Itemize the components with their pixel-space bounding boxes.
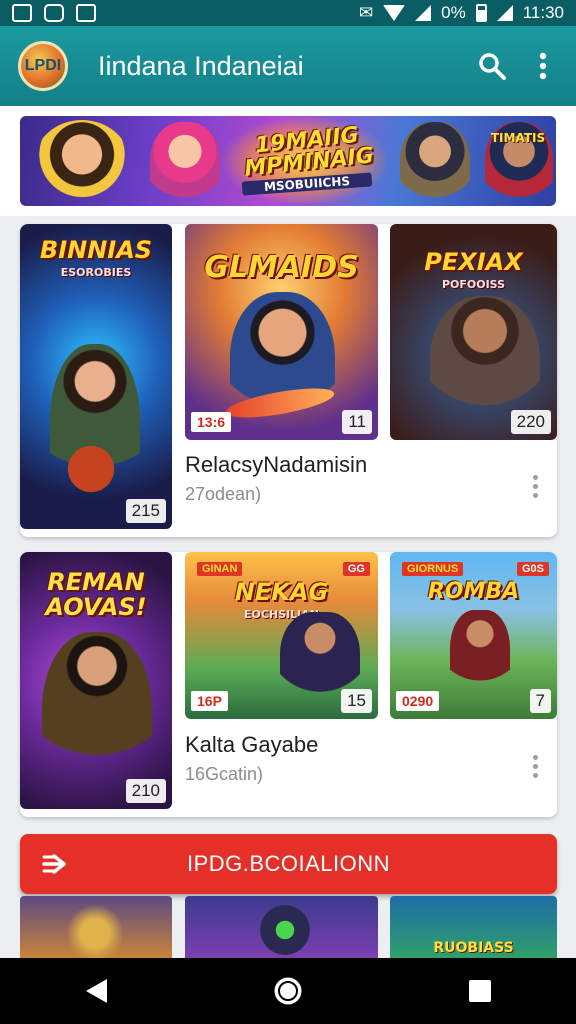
game-tile-title: ROMBA [427,579,520,604]
game-tile[interactable]: REMAN AOVAS! 210 [20,552,172,809]
tile-count: 11 [342,410,372,434]
game-tile-title: NEKAG [234,578,329,606]
notification-icon [12,4,32,22]
battery-icon [475,4,487,22]
notification-icon [76,4,96,22]
promo-button[interactable]: IPDG.BCOIALIONN [20,834,557,894]
battery-percent: 0% [441,3,466,22]
game-tile-preview[interactable] [185,896,378,958]
promo-banner[interactable]: 19MAIIG MPMINAIG MSOBUIICHS TIMATIS [20,116,556,206]
alarm-icon: ✉ [358,3,374,22]
tile-top-tag: GINAN [197,562,243,576]
tile-count: 7 [529,689,551,713]
notification-icon [44,4,64,22]
overflow-menu-button[interactable] [528,44,558,88]
game-collection-card[interactable]: REMAN AOVAS! 210 GINAN GG NEKAG EOCHSILI… [20,552,557,817]
dot [532,483,538,489]
game-tile[interactable]: BINNIAS ESOROBIES 215 [20,224,172,529]
search-button[interactable] [470,44,514,88]
game-tile-subtitle: EOCHSILIAN [244,608,319,621]
more-vert-icon [539,52,547,80]
game-character-image [65,896,125,958]
dot [532,772,538,778]
game-tile-title: REMAN AOVAS! [45,568,147,622]
dot [532,492,538,498]
banner-badge: TIMATIS [490,131,546,145]
game-tile-title: RUOBIASS [433,940,514,956]
signal-icon [415,5,432,21]
system-nav-bar [0,958,576,1024]
tile-count: 220 [510,410,551,434]
card-subtitle: 27odean) [185,484,262,504]
recents-icon [469,980,491,1002]
game-character-image [450,610,510,705]
game-character-image [42,632,152,802]
game-tile[interactable]: GLMAIDS 13:6 11 [185,224,378,440]
card-overflow-button[interactable] [525,468,545,504]
game-tile-title: BINNIAS [39,236,153,264]
card-title: Kalta Gayabe [185,732,319,757]
game-tile[interactable]: GIORNUS G0S ROMBA 0290 7 [390,552,557,719]
game-tile[interactable]: GINAN GG NEKAG EOCHSILIAN 16P 15 [185,552,378,719]
tile-top-tag: GIORNUS [402,562,464,576]
signal-icon [496,5,513,21]
banner-character-image [34,120,130,206]
game-tile[interactable]: PEXIAX POFOOISS 220 [390,224,557,440]
recents-button[interactable] [450,961,510,1021]
home-button[interactable] [258,961,318,1021]
back-button[interactable] [66,961,126,1021]
game-tile-preview[interactable]: RUOBIASS [390,896,557,958]
home-icon [274,977,302,1005]
wifi-icon [383,5,406,21]
card-title: RelacsyNadamisin [185,452,368,477]
dot [532,754,538,760]
tile-top-right-tag: G0S [516,562,549,576]
dot [532,763,538,769]
status-bar: ✉ 0% 11:30 [0,0,576,26]
dot [532,474,538,480]
search-icon [479,53,506,80]
app-logo[interactable]: LPDI [18,41,68,91]
promo-icon [42,852,76,876]
tile-tag: 13:6 [191,412,232,432]
tile-top-right-tag: GG [342,562,370,576]
card-overflow-button[interactable] [525,748,545,784]
tile-count: 15 [341,689,372,713]
app-title: Iindana Indaneiai [98,50,304,81]
tile-count: 215 [125,499,166,523]
status-indicators: ✉ 0% 11:30 [359,3,564,23]
banner-character-image [150,122,220,206]
tile-count: 210 [125,779,166,803]
card-subtitle: 16Gcatin) [185,764,264,784]
guitar-image [56,424,126,514]
banner-section: 19MAIIG MPMINAIG MSOBUIICHS TIMATIS [0,106,576,216]
game-tile-preview[interactable] [20,896,172,958]
game-character-image [255,902,315,958]
game-tile-subtitle: POFOOISS [441,278,506,291]
logo-text: LPDI [24,57,62,74]
app-bar: LPDI Iindana Indaneiai [0,26,576,106]
clock: 11:30 [522,3,564,22]
game-tile-subtitle: ESOROBIES [60,266,132,279]
promo-label: IPDG.BCOIALIONN [186,851,391,876]
game-tile-title: PEXIAX [424,248,523,276]
tile-tag: 0290 [396,691,440,711]
game-tile-title: GLMAIDS [204,250,359,285]
game-collection-card[interactable]: BINNIAS ESOROBIES 215 GLMAIDS 13:6 11 PE… [20,224,557,537]
back-icon [86,979,107,1003]
tile-tag: 16P [191,691,228,711]
banner-character-image [400,122,470,206]
status-notifications [12,4,96,22]
